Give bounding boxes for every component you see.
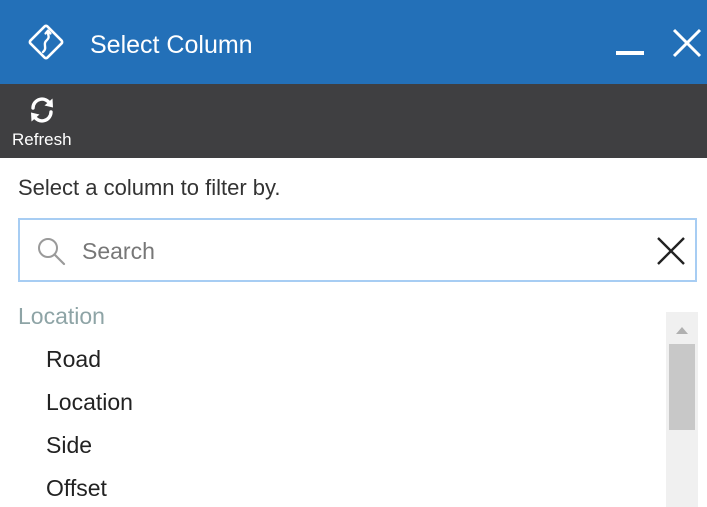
window-title: Select Column [90,31,253,59]
close-icon[interactable] [668,24,706,62]
search-box [18,218,697,282]
chevron-up-icon[interactable] [666,318,698,340]
column-item-location[interactable]: Location [46,388,133,416]
column-item-side[interactable]: Side [46,431,92,459]
refresh-icon [31,97,53,123]
instruction-text: Select a column to filter by. [18,175,281,200]
title-bar: Select Column [0,0,707,84]
refresh-label: Refresh [12,130,72,149]
group-header-location: Location [18,303,105,329]
road-sign-icon [28,24,64,60]
scrollbar-thumb[interactable] [669,344,695,430]
refresh-button[interactable]: Refresh [8,90,80,152]
minimize-icon[interactable] [610,26,650,66]
search-icon [38,238,66,266]
toolbar: Refresh [0,84,707,158]
column-item-road[interactable]: Road [46,345,101,373]
search-input[interactable] [82,232,622,270]
scrollbar[interactable] [666,312,698,507]
clear-icon[interactable] [656,236,686,266]
column-item-offset[interactable]: Offset [46,474,107,502]
